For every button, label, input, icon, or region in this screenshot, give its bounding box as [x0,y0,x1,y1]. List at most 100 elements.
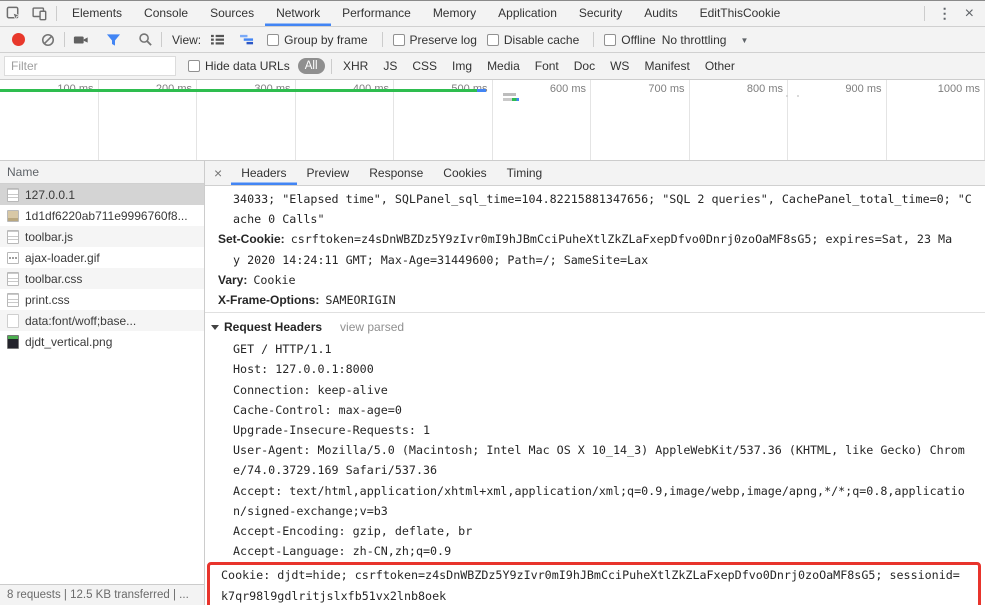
list-view-icon [210,34,224,45]
stylesheet-file-icon [7,292,19,307]
chevron-down-icon[interactable]: ▼ [740,36,748,45]
kebab-menu-icon[interactable]: ⋮ [929,5,961,22]
device-toolbar-button[interactable] [26,1,52,26]
overview-dot [797,95,799,97]
hide-data-urls-label[interactable]: Hide data URLs [205,59,290,73]
filter-pill-ws[interactable]: WS [610,59,629,73]
disable-cache-checkbox[interactable] [486,33,499,46]
tick-label: 900 ms [845,83,882,95]
overview-request-bar [503,97,519,101]
network-main: Name 127.0.0.1 1d1df6220ab711e9996760f8.… [0,161,985,605]
preserve-log-checkbox[interactable] [392,33,405,46]
offline-label[interactable]: Offline [621,33,655,47]
tab-preview[interactable]: Preview [297,161,360,185]
tab-elements[interactable]: Elements [61,1,133,26]
use-large-rows-button[interactable] [205,28,229,52]
record-button[interactable] [6,28,30,52]
filter-pill-font[interactable]: Font [535,59,559,73]
filter-bar: Hide data URLs All XHR JS CSS Img Media … [0,53,985,80]
clear-icon [41,33,55,46]
group-by-frame-checkbox[interactable] [267,33,280,46]
group-by-frame-label[interactable]: Group by frame [284,33,367,47]
tab-timing[interactable]: Timing [497,161,553,185]
request-list: Name 127.0.0.1 1d1df6220ab711e9996760f8.… [0,161,205,605]
search-button[interactable] [133,28,157,52]
overview-request-bar [503,93,516,96]
inspect-element-button[interactable] [0,1,26,26]
capture-screenshots-button[interactable] [69,28,93,52]
filter-input[interactable] [4,56,176,76]
device-toolbar-icon [31,7,46,21]
tab-network[interactable]: Network [265,1,331,26]
request-header-line: Host: 127.0.0.1:8000 [233,362,374,377]
request-header-line: Cache-Control: max-age=0 [233,402,402,417]
overview-dot [786,95,788,97]
tab-memory[interactable]: Memory [422,1,487,26]
filter-pill-all[interactable]: All [297,58,325,74]
table-row[interactable]: 1d1df6220ab711e9996760f8... [0,205,204,226]
filter-pill-img[interactable]: Img [452,59,472,73]
tab-response[interactable]: Response [359,161,433,185]
close-icon[interactable]: × [961,5,985,23]
offline-checkbox[interactable] [604,33,617,46]
tab-console[interactable]: Console [133,1,199,26]
table-row[interactable]: data:font/woff;base... [0,310,204,331]
request-header-line: Accept-Language: zh-CN,zh;q=0.9 [233,544,452,559]
tab-headers[interactable]: Headers [231,161,296,185]
filter-pill-js[interactable]: JS [383,59,397,73]
response-header-line: Vary: Cookie [218,272,296,287]
tab-application[interactable]: Application [487,1,568,26]
preserve-log-label[interactable]: Preserve log [410,33,477,47]
hide-data-urls-checkbox[interactable] [188,60,200,72]
tab-performance[interactable]: Performance [331,1,422,26]
network-overview[interactable]: 100 ms 200 ms 300 ms 400 ms 500 ms 600 m… [0,80,985,161]
cookie-header-line: Cookie: djdt=hide; csrftoken=z4sDnWBZDz5… [221,568,960,583]
response-header-line: X-Frame-Options: SAMEORIGIN [218,293,396,308]
filter-pill-css[interactable]: CSS [412,59,437,73]
table-row[interactable]: toolbar.css [0,268,204,289]
request-name: ajax-loader.gif [25,250,100,265]
clear-button[interactable] [36,28,60,52]
filter-pill-manifest[interactable]: Manifest [644,59,689,73]
tab-cookies[interactable]: Cookies [433,161,496,185]
filter-pill-other[interactable]: Other [705,59,735,73]
gif-file-icon [7,251,19,264]
tick-label: 800 ms [746,83,783,95]
filter-toggle-button[interactable] [101,28,125,52]
view-parsed-link[interactable]: view parsed [340,319,404,336]
throttling-select[interactable]: No throttling [662,33,727,47]
devtools-window: Elements Console Sources Network Perform… [0,0,985,605]
table-row[interactable]: djdt_vertical.png [0,331,204,352]
show-overview-button[interactable] [235,28,259,52]
devtools-tabbar: Elements Console Sources Network Perform… [0,1,985,27]
request-name: djdt_vertical.png [25,334,113,349]
request-name: print.css [25,292,70,307]
name-column-header[interactable]: Name [0,161,204,184]
divider [593,32,595,47]
divider [56,6,57,21]
filter-pill-xhr[interactable]: XHR [343,59,368,73]
request-header-line: User-Agent: Mozilla/5.0 (Macintosh; Inte… [233,443,965,458]
tab-security[interactable]: Security [568,1,633,26]
request-header-line: n/signed-exchange;v=b3 [233,503,388,518]
close-detail-icon[interactable]: × [205,165,231,181]
font-file-icon [7,313,19,328]
request-headers-section-header[interactable]: Request Headers view parsed [205,315,985,339]
request-name: toolbar.css [25,271,83,286]
divider [64,32,65,47]
table-row[interactable]: 127.0.0.1 [0,184,204,205]
table-row[interactable]: ajax-loader.gif [0,247,204,268]
filter-pill-media[interactable]: Media [487,59,520,73]
cookie-header-line: k7qr98l9gdlritjslxfb51vx2lnb8oek [221,588,447,603]
tab-sources[interactable]: Sources [199,1,265,26]
request-header-line: Connection: keep-alive [233,382,388,397]
funnel-icon [106,33,120,46]
table-row[interactable]: toolbar.js [0,226,204,247]
overview-load-line-tip [477,89,486,92]
tab-audits[interactable]: Audits [633,1,688,26]
disable-cache-label[interactable]: Disable cache [504,33,579,47]
tab-editthiscookie[interactable]: EditThisCookie [689,1,792,26]
request-name: data:font/woff;base... [25,313,137,328]
table-row[interactable]: print.css [0,289,204,310]
filter-pill-doc[interactable]: Doc [574,59,595,73]
